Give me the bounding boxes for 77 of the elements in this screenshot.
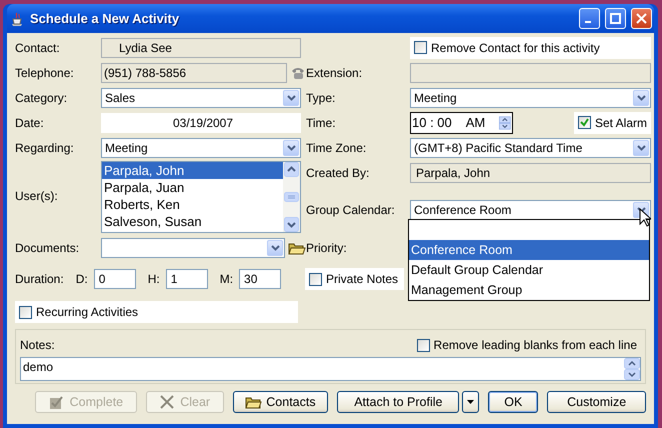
duration-field[interactable]: 1 <box>166 269 208 289</box>
date-field[interactable]: 03/19/2007 <box>101 112 301 132</box>
checkmark-icon <box>580 118 589 127</box>
dialog-button[interactable]: Contacts <box>232 391 328 413</box>
read-only-field: (951) 788-5856 <box>101 62 287 82</box>
combo-box[interactable]: (GMT+8) Pacific Standard Time <box>410 138 651 158</box>
field-label: Type: <box>306 90 336 106</box>
field-label: User(s): <box>15 188 59 205</box>
minimize-button[interactable] <box>579 8 600 29</box>
field-label: Contact: <box>15 40 61 56</box>
dropdown-arrow-button[interactable] <box>633 140 649 156</box>
dropdown-arrow-button[interactable] <box>283 90 299 106</box>
field-label: M: <box>220 271 234 288</box>
dropdown-arrow-button[interactable] <box>633 90 649 106</box>
duration-field[interactable]: 0 <box>94 269 136 289</box>
x-icon <box>159 394 176 410</box>
window-title: Schedule a New Activity <box>30 10 180 28</box>
read-only-field: Parpala, John <box>410 162 651 182</box>
maximize-icon[interactable] <box>610 13 621 24</box>
combo-box[interactable]: Meeting <box>410 88 651 108</box>
field-label: Priority: <box>306 240 348 257</box>
spinner-icon[interactable] <box>624 358 640 380</box>
list-item[interactable]: Parpala, Juan <box>102 179 283 196</box>
dropdown-option[interactable]: Management Group <box>409 280 649 300</box>
set-alarm-checkbox[interactable]: Set Alarm <box>574 112 651 134</box>
phone-icon[interactable] <box>290 66 306 80</box>
dropdown-arrow-button[interactable] <box>267 240 283 256</box>
field-label: Duration: <box>15 271 64 288</box>
list-item[interactable]: Parpala, John <box>102 162 283 179</box>
scrollbar[interactable] <box>283 162 300 232</box>
time-field[interactable]: 10 : 00 AM <box>410 112 513 134</box>
dropdown-option[interactable]: Conference Room <box>409 240 649 260</box>
field-label: Date: <box>15 114 45 132</box>
field-label: Telephone: <box>15 64 75 82</box>
chevron-down-icon <box>636 144 646 150</box>
chevron-down-icon <box>636 94 646 100</box>
dropdown-option[interactable]: Default Group Calendar <box>409 260 649 280</box>
chevron-down-icon <box>286 144 296 150</box>
field-label: D: <box>76 271 88 288</box>
remove-contact-checkbox[interactable]: Remove Contact for this activity <box>410 36 651 58</box>
list-item[interactable]: Salveson, Susan <box>102 213 283 230</box>
field-label: Regarding: <box>15 140 75 156</box>
field-label: Notes: <box>20 337 55 354</box>
read-only-field: Lydia See <box>101 38 301 58</box>
scroll-up-icon[interactable] <box>284 162 299 177</box>
field-label: Documents: <box>15 240 80 257</box>
field-label: Time Zone: <box>306 140 368 156</box>
notes-field[interactable]: demo <box>20 357 641 381</box>
duration-field[interactable]: 30 <box>239 269 282 289</box>
maximize-button[interactable] <box>605 8 626 29</box>
field-label: H: <box>148 271 160 288</box>
combo-box[interactable]: Sales <box>101 88 301 108</box>
chevron-down-icon <box>286 94 296 100</box>
recurring-activities-checkbox[interactable]: Recurring Activities <box>15 301 298 323</box>
dropdown-button[interactable] <box>462 391 480 413</box>
dialog-button[interactable]: Attach to Profile <box>337 391 460 413</box>
app-icon <box>9 10 25 26</box>
close-button[interactable] <box>631 8 652 29</box>
private-notes-checkbox[interactable]: Private Notes <box>305 268 404 290</box>
spinner-icon[interactable] <box>499 114 511 132</box>
field-label: Group Calendar: <box>306 202 396 219</box>
close-icon[interactable] <box>636 13 647 24</box>
field-label: Extension: <box>306 64 364 82</box>
list-item[interactable]: Roberts, Ken <box>102 196 283 213</box>
dropdown-arrow-button[interactable] <box>283 140 299 156</box>
combo-box[interactable]: Meeting <box>101 138 301 158</box>
dialog-button[interactable]: OK <box>488 391 538 413</box>
dialog-button[interactable]: Customize <box>547 391 646 413</box>
chevron-down-icon <box>270 245 280 251</box>
field-label: Created By: <box>306 164 370 182</box>
caret-icon <box>467 400 474 404</box>
user-list[interactable]: Parpala, John Parpala, Juan Roberts, Ken Salveson, Susan <box>101 161 301 233</box>
field-label: Category: <box>15 90 68 106</box>
scroll-down-icon[interactable] <box>284 217 299 232</box>
remove-blanks-checkbox[interactable]: Remove leading blanks from each line <box>412 334 641 356</box>
scroll-thumb-icon[interactable] <box>284 192 299 202</box>
field-label: Time: <box>306 114 337 132</box>
